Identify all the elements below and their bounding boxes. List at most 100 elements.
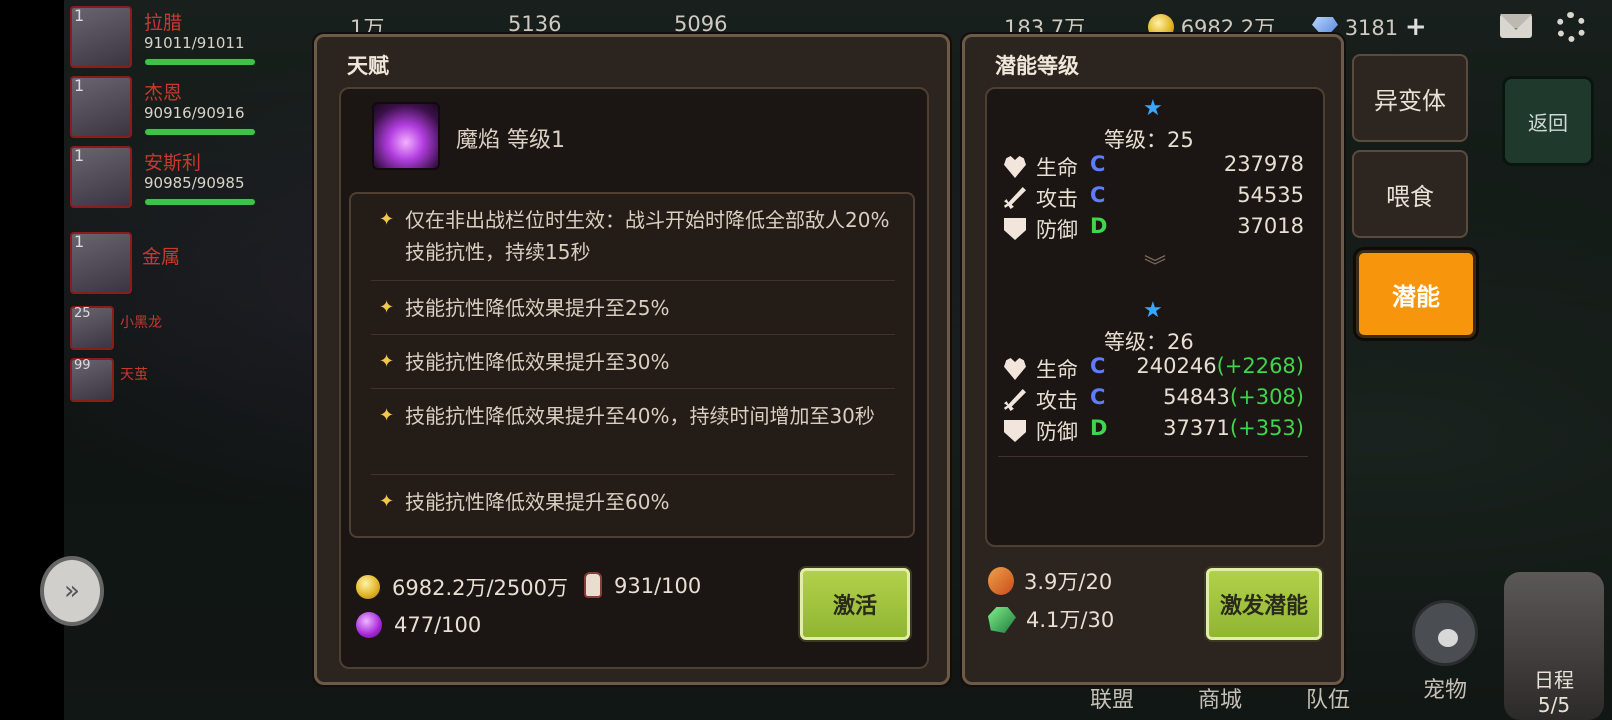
star-icon: ★ xyxy=(1143,96,1163,121)
crystal-icon xyxy=(988,607,1016,633)
stat-value: 37371(+353) xyxy=(1163,416,1304,440)
stat-gain: (+2268) xyxy=(1216,354,1304,378)
list-item: ✦ 技能抗性降低效果提升至30% xyxy=(371,346,895,378)
effect-text: 技能抗性降低效果提升至30% xyxy=(405,350,670,374)
stat-grade: C xyxy=(1090,183,1106,207)
stat-row-hp: 生命 C 240246(+2268) xyxy=(1004,354,1304,384)
nav-label: 联盟 xyxy=(1090,688,1135,713)
member-hp: 90985/90985 xyxy=(144,174,245,192)
hp-bar xyxy=(144,198,256,206)
list-item: ✦ 技能抗性降低效果提升至40%，持续时间增加至30秒 xyxy=(371,400,895,432)
stat-grade: D xyxy=(1090,214,1108,238)
chevron-right-icon: » xyxy=(64,576,80,606)
flame-icon xyxy=(372,102,440,170)
feed-item-icon xyxy=(988,567,1014,595)
hp-bar xyxy=(144,58,256,66)
member-name: 金属 xyxy=(142,246,181,268)
currency-value: 5136 xyxy=(508,12,562,36)
stat-row-defense: 防御 D 37371(+353) xyxy=(1004,416,1304,446)
list-item: ✦ 技能抗性降低效果提升至25% xyxy=(371,292,895,324)
gem-amount: 3181 xyxy=(1344,16,1399,40)
gem-cost: 477/100 xyxy=(356,612,481,638)
talent-panel-title: 天赋 xyxy=(347,54,389,78)
gold-cost-value: 6982.2万/2500万 xyxy=(392,576,568,600)
tab-mutant[interactable]: 异变体 xyxy=(1352,54,1468,142)
expand-menu-button[interactable]: » xyxy=(40,556,104,626)
feed-cost-value: 3.9万/20 xyxy=(1024,570,1113,594)
stat-value: 240246(+2268) xyxy=(1136,354,1304,378)
bottle-cost: 931/100 xyxy=(584,572,701,598)
divider xyxy=(371,280,895,281)
stat-name: 生命 xyxy=(1036,156,1078,180)
gem-cost-value: 477/100 xyxy=(394,613,482,637)
stat-grade: C xyxy=(1090,152,1106,176)
member-name: 小黑龙 xyxy=(120,315,162,331)
stat-value: 37018 xyxy=(1237,214,1304,238)
effect-text: 仅在非出战栏位时生效：战斗开始时降低全部敌人20%技能抗性，持续15秒 xyxy=(405,208,890,264)
sword-icon xyxy=(1004,187,1026,209)
talent-effects-list[interactable]: ✦ 仅在非出战栏位时生效：战斗开始时降低全部敌人20%技能抗性，持续15秒 ✦ 技能… xyxy=(349,192,915,538)
member-name: 天茧 xyxy=(120,367,148,383)
stat-name: 生命 xyxy=(1036,358,1078,382)
member-name: 安斯利 xyxy=(144,152,202,174)
mail-icon[interactable] xyxy=(1500,14,1532,38)
schedule-label: 日程 xyxy=(1534,668,1574,692)
sparkle-icon: ✦ xyxy=(379,491,395,512)
crystal-cost-value: 4.1万/30 xyxy=(1026,608,1115,632)
coin-icon xyxy=(356,575,380,599)
next-level: 等级：26 xyxy=(1104,330,1194,354)
stat-value: 237978 xyxy=(1223,152,1304,176)
stat-row-defense: 防御 D 37018 xyxy=(1004,214,1304,244)
divider xyxy=(998,456,1308,457)
stat-row-attack: 攻击 C 54535 xyxy=(1004,183,1304,213)
member-level: 25 xyxy=(74,306,91,321)
schedule-button[interactable]: 日程 5/5 xyxy=(1504,572,1604,720)
bottle-cost-value: 931/100 xyxy=(614,574,702,598)
member-level: 1 xyxy=(74,76,85,95)
add-gems-icon[interactable]: + xyxy=(1405,12,1427,42)
stat-gain: (+353) xyxy=(1229,416,1304,440)
tab-feed[interactable]: 喂食 xyxy=(1352,150,1468,238)
stat-grade: C xyxy=(1090,385,1106,409)
star-icon: ★ xyxy=(1143,298,1163,323)
gear-icon[interactable] xyxy=(1556,12,1586,42)
hp-bar xyxy=(144,128,256,136)
bottle-icon xyxy=(584,572,602,598)
member-hp: 90916/90916 xyxy=(144,104,245,122)
member-name: 拉腊 xyxy=(144,12,183,34)
stat-name: 防御 xyxy=(1036,420,1078,444)
member-level: 1 xyxy=(74,232,85,251)
member-name: 杰恩 xyxy=(144,82,183,104)
schedule-count: 5/5 xyxy=(1537,693,1571,717)
stat-name: 攻击 xyxy=(1036,389,1078,413)
potential-panel-title: 潜能等级 xyxy=(995,54,1079,78)
crystal-cost: 4.1万/30 xyxy=(988,604,1114,634)
nav-label: 商城 xyxy=(1198,688,1243,713)
sparkle-icon: ✦ xyxy=(379,405,395,426)
paw-icon xyxy=(1412,600,1478,666)
tab-potential[interactable]: 潜能 xyxy=(1356,250,1476,338)
stat-name: 防御 xyxy=(1036,218,1078,242)
sword-icon xyxy=(1004,389,1026,411)
list-item: ✦ 技能抗性降低效果提升至60% xyxy=(371,486,895,518)
currency-value: 5096 xyxy=(674,12,728,36)
activate-button[interactable]: 激活 xyxy=(800,568,910,640)
effect-text: 技能抗性降低效果提升至60% xyxy=(405,490,670,514)
shield-icon xyxy=(1004,218,1026,240)
stat-grade: D xyxy=(1090,416,1108,440)
heart-icon xyxy=(1004,358,1026,380)
member-hp: 91011/91011 xyxy=(144,34,245,52)
stat-row-attack: 攻击 C 54843(+308) xyxy=(1004,385,1304,415)
back-button[interactable]: 返回 xyxy=(1502,76,1594,166)
sparkle-icon: ✦ xyxy=(379,297,395,318)
gold-cost: 6982.2万/2500万 xyxy=(356,572,568,602)
divider xyxy=(371,334,895,335)
purple-gem-icon xyxy=(356,612,382,638)
nav-pet[interactable]: 宠物 xyxy=(1412,600,1478,704)
trigger-potential-button[interactable]: 激发潜能 xyxy=(1206,568,1322,640)
heart-icon xyxy=(1004,156,1026,178)
member-level: 1 xyxy=(74,146,85,165)
shield-icon xyxy=(1004,420,1026,442)
feed-cost: 3.9万/20 xyxy=(988,566,1112,596)
stat-value: 54843(+308) xyxy=(1163,385,1304,409)
